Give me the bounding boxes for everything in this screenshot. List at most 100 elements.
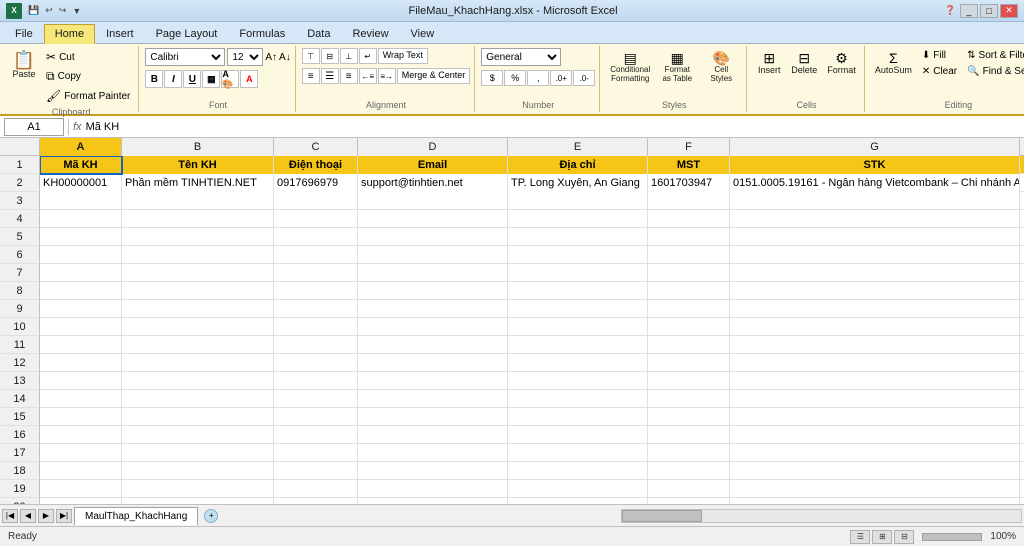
cell-G17[interactable] [730, 444, 1020, 462]
cell-C2[interactable]: 0917696979 [274, 174, 358, 192]
cell-B19[interactable] [122, 480, 274, 498]
sheet-nav-first[interactable]: |◀ [2, 509, 18, 523]
fill-button[interactable]: ⬇ Fill [918, 48, 961, 63]
col-header-g[interactable]: G [730, 138, 1020, 156]
cell-B5[interactable] [122, 228, 274, 246]
cell-F5[interactable] [648, 228, 730, 246]
zoom-slider[interactable] [922, 533, 982, 541]
percent-button[interactable]: % [504, 70, 526, 86]
col-header-f[interactable]: F [648, 138, 730, 156]
cell-B17[interactable] [122, 444, 274, 462]
currency-button[interactable]: $ [481, 70, 503, 86]
cell-A1[interactable]: Mã KH [40, 156, 122, 174]
merge-center-button[interactable]: Merge & Center [397, 68, 471, 84]
row-number-12[interactable]: 12 [0, 354, 40, 372]
border-button[interactable]: ▦ [202, 70, 220, 88]
cell-E17[interactable] [508, 444, 648, 462]
sort-filter-button[interactable]: ⇅ Sort & Filter [963, 48, 1024, 63]
row-number-7[interactable]: 7 [0, 264, 40, 282]
cell-G8[interactable] [730, 282, 1020, 300]
col-header-d[interactable]: D [358, 138, 508, 156]
increase-decimal-button[interactable]: .0+ [550, 70, 572, 86]
row-number-1[interactable]: 1 [0, 156, 40, 174]
cell-G9[interactable] [730, 300, 1020, 318]
cell-E5[interactable] [508, 228, 648, 246]
cell-C1[interactable]: Điện thoại [274, 156, 358, 174]
sheet-nav-last[interactable]: ▶| [56, 509, 72, 523]
cell-A5[interactable] [40, 228, 122, 246]
align-top-button[interactable]: ⊤ [302, 48, 320, 64]
cell-D12[interactable] [358, 354, 508, 372]
cell-G7[interactable] [730, 264, 1020, 282]
save-qat-button[interactable]: 💾 [26, 4, 41, 17]
cell-A6[interactable] [40, 246, 122, 264]
cell-A20[interactable] [40, 498, 122, 504]
row-number-17[interactable]: 17 [0, 444, 40, 462]
wrap-text-label-button[interactable]: Wrap Text [378, 48, 428, 64]
cell-D16[interactable] [358, 426, 508, 444]
cell-F20[interactable] [648, 498, 730, 504]
cell-D7[interactable] [358, 264, 508, 282]
cell-B13[interactable] [122, 372, 274, 390]
copy-button[interactable]: ⧉ Copy [42, 67, 134, 86]
cell-styles-button[interactable]: 🎨 CellStyles [700, 48, 742, 86]
cell-E8[interactable] [508, 282, 648, 300]
cell-D1[interactable]: Email [358, 156, 508, 174]
cell-G12[interactable] [730, 354, 1020, 372]
cell-E9[interactable] [508, 300, 648, 318]
cell-F19[interactable] [648, 480, 730, 498]
cell-A15[interactable] [40, 408, 122, 426]
cell-A17[interactable] [40, 444, 122, 462]
row-number-6[interactable]: 6 [0, 246, 40, 264]
cell-A9[interactable] [40, 300, 122, 318]
qat-dropdown-button[interactable]: ▼ [70, 5, 83, 17]
cell-F16[interactable] [648, 426, 730, 444]
cell-D8[interactable] [358, 282, 508, 300]
cell-G20[interactable] [730, 498, 1020, 504]
cell-E18[interactable] [508, 462, 648, 480]
format-button[interactable]: ⚙ Format [823, 48, 860, 78]
cell-F10[interactable] [648, 318, 730, 336]
underline-button[interactable]: U [183, 70, 201, 88]
cell-E15[interactable] [508, 408, 648, 426]
row-number-8[interactable]: 8 [0, 282, 40, 300]
row-number-2[interactable]: 2 [0, 174, 40, 192]
cell-E4[interactable] [508, 210, 648, 228]
cell-A11[interactable] [40, 336, 122, 354]
cell-B1[interactable]: Tên KH [122, 156, 274, 174]
cell-A13[interactable] [40, 372, 122, 390]
conditional-formatting-button[interactable]: ▤ ConditionalFormatting [606, 48, 654, 86]
cell-F3[interactable] [648, 192, 730, 210]
cell-A4[interactable] [40, 210, 122, 228]
cell-F11[interactable] [648, 336, 730, 354]
cell-E1[interactable]: Địa chỉ [508, 156, 648, 174]
decrease-font-button[interactable]: A↓ [279, 52, 291, 63]
sheet-nav-prev[interactable]: ◀ [20, 509, 36, 523]
tab-home[interactable]: Home [44, 24, 95, 44]
help-button[interactable]: ❓ [943, 4, 958, 18]
format-painter-button[interactable]: 🖌 Format Painter [42, 87, 134, 105]
find-select-button[interactable]: 🔍 Find & Select [963, 64, 1024, 79]
increase-font-button[interactable]: A↑ [265, 52, 277, 63]
paste-button[interactable]: 📋 Paste [8, 48, 40, 82]
cell-E10[interactable] [508, 318, 648, 336]
cell-F17[interactable] [648, 444, 730, 462]
cell-D5[interactable] [358, 228, 508, 246]
align-center-button[interactable]: ☰ [321, 68, 339, 84]
bold-button[interactable]: B [145, 70, 163, 88]
cell-D20[interactable] [358, 498, 508, 504]
row-number-15[interactable]: 15 [0, 408, 40, 426]
cell-B6[interactable] [122, 246, 274, 264]
cell-C10[interactable] [274, 318, 358, 336]
cell-B9[interactable] [122, 300, 274, 318]
cell-B10[interactable] [122, 318, 274, 336]
align-left-button[interactable]: ≡ [302, 68, 320, 84]
tab-insert[interactable]: Insert [95, 23, 145, 43]
cell-B4[interactable] [122, 210, 274, 228]
cell-D18[interactable] [358, 462, 508, 480]
cell-B12[interactable] [122, 354, 274, 372]
cell-C12[interactable] [274, 354, 358, 372]
row-number-20[interactable]: 20 [0, 498, 40, 504]
cell-D13[interactable] [358, 372, 508, 390]
cell-E19[interactable] [508, 480, 648, 498]
